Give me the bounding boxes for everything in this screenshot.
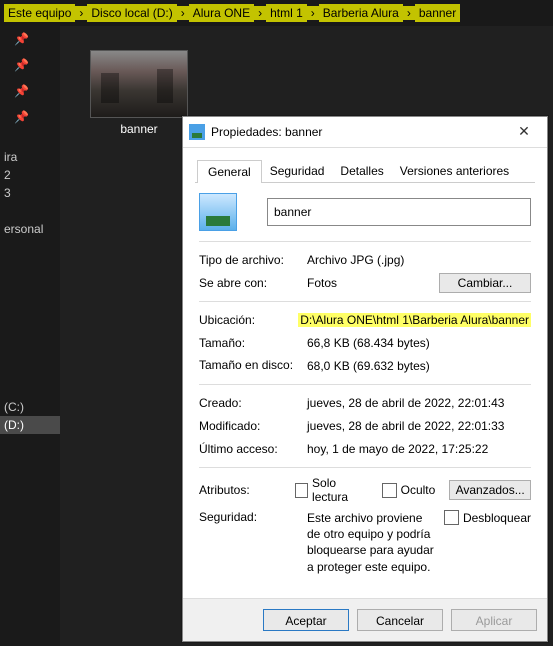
sidebar-label: 2 bbox=[0, 166, 60, 184]
checkbox-hidden[interactable]: Oculto bbox=[382, 483, 436, 498]
image-icon bbox=[90, 50, 188, 118]
sidebar: 📌 📌 📌 📌 ira 2 3 ersonal (C:) (D:) bbox=[0, 26, 61, 646]
label-filetype: Tipo de archivo: bbox=[199, 253, 307, 267]
chevron-right-icon[interactable]: › bbox=[254, 6, 266, 20]
value-size: 66,8 KB (68.434 bytes) bbox=[307, 336, 531, 350]
change-button[interactable]: Cambiar... bbox=[439, 273, 531, 293]
apply-button[interactable]: Aplicar bbox=[451, 609, 537, 631]
dialog-title: Propiedades: banner bbox=[211, 125, 507, 139]
breadcrumb-item[interactable]: Disco local (D:) bbox=[87, 4, 176, 22]
breadcrumb-item[interactable]: Este equipo bbox=[4, 4, 75, 22]
sidebar-label: ersonal bbox=[0, 220, 60, 238]
close-icon[interactable]: ✕ bbox=[507, 121, 541, 143]
divider bbox=[199, 301, 531, 302]
image-file-icon bbox=[189, 124, 205, 140]
label-size: Tamaño: bbox=[199, 336, 307, 350]
sidebar-label: ira bbox=[0, 148, 60, 166]
properties-dialog: Propiedades: banner ✕ General Seguridad … bbox=[182, 116, 548, 642]
ok-button[interactable]: Aceptar bbox=[263, 609, 349, 631]
checkbox-icon bbox=[382, 483, 397, 498]
breadcrumb-item[interactable]: banner bbox=[415, 4, 460, 22]
sidebar-label: 3 bbox=[0, 184, 60, 202]
breadcrumb[interactable]: Este equipo› Disco local (D:)› Alura ONE… bbox=[0, 0, 553, 27]
tab-row: General Seguridad Detalles Versiones ant… bbox=[183, 148, 547, 182]
divider bbox=[199, 241, 531, 242]
label-opens-with: Se abre con: bbox=[199, 276, 307, 290]
tab-seguridad[interactable]: Seguridad bbox=[262, 160, 333, 182]
chevron-right-icon[interactable]: › bbox=[403, 6, 415, 20]
chevron-right-icon[interactable]: › bbox=[75, 6, 87, 20]
file-name-label: banner bbox=[84, 122, 194, 136]
checkbox-label: Oculto bbox=[401, 483, 436, 497]
breadcrumb-item[interactable]: html 1 bbox=[266, 4, 307, 22]
value-accessed: hoy, 1 de mayo de 2022, 17:25:22 bbox=[307, 442, 531, 456]
pin-icon: 📌 bbox=[0, 26, 60, 52]
titlebar[interactable]: Propiedades: banner ✕ bbox=[183, 117, 547, 148]
pin-icon: 📌 bbox=[0, 52, 60, 78]
advanced-button[interactable]: Avanzados... bbox=[449, 480, 531, 500]
explorer-window: Este equipo› Disco local (D:)› Alura ONE… bbox=[0, 0, 553, 646]
dialog-buttons: Aceptar Cancelar Aplicar bbox=[183, 598, 547, 641]
dialog-body: Tipo de archivo: Archivo JPG (.jpg) Se a… bbox=[183, 183, 547, 575]
tab-general[interactable]: General bbox=[197, 160, 262, 183]
checkbox-unblock[interactable]: Desbloquear bbox=[444, 510, 531, 525]
label-modified: Modificado: bbox=[199, 419, 307, 433]
label-attributes: Atributos: bbox=[199, 483, 295, 497]
value-location: D:\Alura ONE\html 1\Barberia Alura\banne… bbox=[298, 313, 531, 327]
cancel-button[interactable]: Cancelar bbox=[357, 609, 443, 631]
value-size-on-disk: 68,0 KB (69.632 bytes) bbox=[307, 359, 531, 373]
security-text: Este archivo proviene de otro equipo y p… bbox=[307, 510, 444, 575]
file-thumbnail[interactable]: banner bbox=[84, 50, 194, 136]
label-accessed: Último acceso: bbox=[199, 442, 307, 456]
breadcrumb-item[interactable]: Alura ONE bbox=[189, 4, 254, 22]
sidebar-drive[interactable]: (C:) bbox=[0, 398, 60, 416]
label-security: Seguridad: bbox=[199, 510, 307, 524]
value-filetype: Archivo JPG (.jpg) bbox=[307, 253, 531, 267]
divider bbox=[199, 467, 531, 468]
checkbox-label: Solo lectura bbox=[312, 476, 368, 504]
label-location: Ubicación: bbox=[199, 313, 298, 327]
chevron-right-icon[interactable]: › bbox=[177, 6, 189, 20]
value-modified: jueves, 28 de abril de 2022, 22:01:33 bbox=[307, 419, 531, 433]
checkbox-label: Desbloquear bbox=[463, 511, 531, 525]
checkbox-icon bbox=[295, 483, 308, 498]
chevron-right-icon[interactable]: › bbox=[307, 6, 319, 20]
label-created: Creado: bbox=[199, 396, 307, 410]
checkbox-icon bbox=[444, 510, 459, 525]
value-opens-with: Fotos bbox=[307, 276, 439, 290]
value-created: jueves, 28 de abril de 2022, 22:01:43 bbox=[307, 396, 531, 410]
pin-icon: 📌 bbox=[0, 104, 60, 130]
pin-icon: 📌 bbox=[0, 78, 60, 104]
tab-versiones[interactable]: Versiones anteriores bbox=[392, 160, 517, 182]
checkbox-readonly[interactable]: Solo lectura bbox=[295, 476, 368, 504]
tab-detalles[interactable]: Detalles bbox=[332, 160, 391, 182]
divider bbox=[199, 384, 531, 385]
image-file-icon bbox=[199, 193, 237, 231]
label-size-on-disk: Tamaño en disco: bbox=[199, 359, 307, 372]
breadcrumb-item[interactable]: Barberia Alura bbox=[319, 4, 403, 22]
sidebar-drive[interactable]: (D:) bbox=[0, 416, 60, 434]
filename-input[interactable] bbox=[267, 198, 531, 226]
